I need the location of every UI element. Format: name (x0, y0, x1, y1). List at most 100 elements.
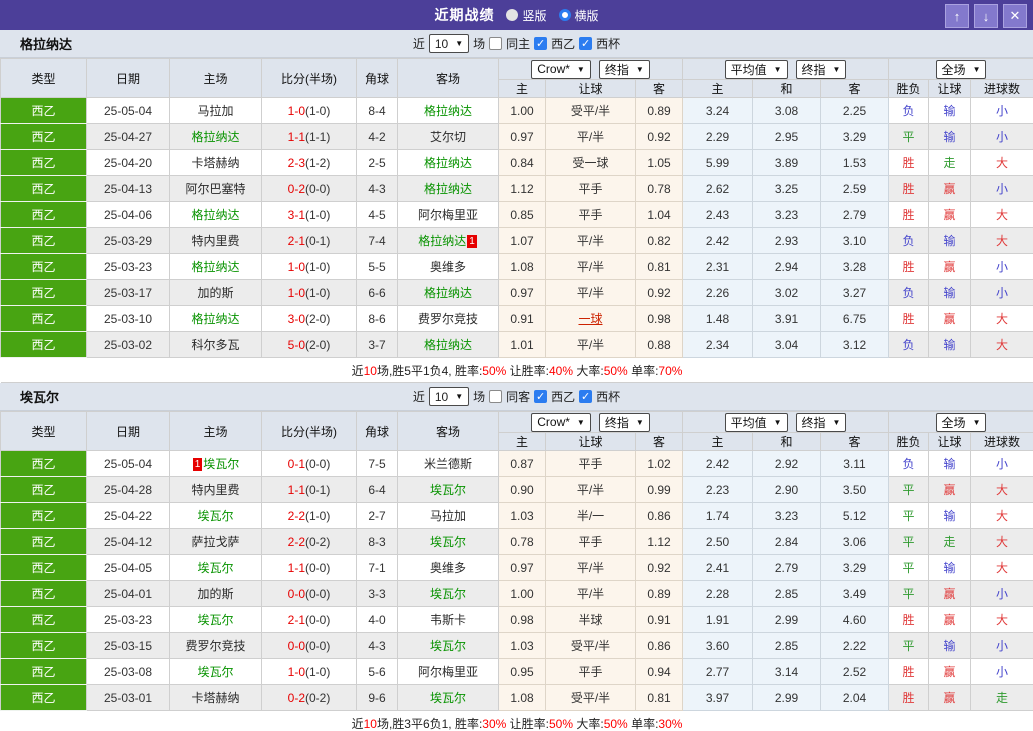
match-count-select[interactable]: 10 ▼ (428, 387, 470, 406)
radio-vertical-icon[interactable] (506, 9, 519, 21)
home-team-cell: 埃瓦尔 (169, 606, 262, 633)
sub-header-进球数: 进球数 (970, 79, 1033, 98)
outcome-cell: 平 (888, 476, 930, 503)
corner-cell: 5-6 (356, 658, 398, 685)
move-down-button[interactable]: ↓ (974, 4, 998, 28)
checkbox-西乙[interactable]: ✓ (534, 390, 548, 403)
handicap-text: 平手 (578, 208, 603, 222)
match-count-select[interactable]: 10 ▼ (428, 34, 470, 53)
league-cell: 西乙 (0, 580, 87, 607)
team-name-text: 埃瓦尔 (429, 483, 466, 497)
score-cell: 1-1(0-0) (261, 554, 357, 581)
header-select-平均值[interactable]: 平均值 ▼ (724, 412, 788, 432)
filter-controls: 近 10 ▼ 场同主 ✓ 西乙 ✓ 西杯 (413, 34, 620, 53)
fulltime-score: 1-0 (287, 664, 305, 679)
league-cell: 西乙 (0, 554, 87, 581)
checkbox-label-西乙[interactable]: 西乙 (551, 388, 575, 405)
checkbox-同主[interactable] (489, 37, 503, 50)
avg-draw-cell: 3.91 (752, 305, 821, 332)
outcome-cell: 平 (888, 123, 930, 150)
header-select-Crow*[interactable]: Crow* ▼ (531, 59, 591, 79)
avg-draw-cell: 3.25 (752, 175, 821, 202)
table-row: 西乙 25-04-05 埃瓦尔 1-1(0-0) 7-1 奥维多 0.97 平/半 0.92 2.… (0, 554, 1033, 581)
header-select-终指-value: 终指 (801, 415, 826, 430)
checkbox-label-西杯[interactable]: 西杯 (596, 35, 620, 52)
home-team-cell: 马拉加 (169, 97, 262, 124)
checkbox-label-同客[interactable]: 同客 (506, 388, 530, 405)
date-cell: 25-04-12 (86, 528, 170, 555)
summary-part: 让胜率: (506, 363, 549, 378)
header-select-Crow*[interactable]: Crow* ▼ (531, 412, 591, 432)
corner-cell: 4-5 (356, 201, 398, 228)
near-label: 近 (412, 37, 425, 51)
header-select-终指[interactable]: 终指 ▼ (795, 412, 847, 432)
avg-draw-cell: 2.99 (752, 606, 821, 633)
radio-horizontal-layout[interactable]: 横版 (558, 7, 599, 24)
avg-draw-cell: 3.04 (752, 331, 821, 358)
away-odds-cell: 0.99 (635, 476, 683, 503)
halftime-score: (0-0) (305, 586, 331, 601)
handicap-text: 平/半 (576, 338, 605, 352)
home-odds-cell: 0.97 (498, 554, 546, 581)
corner-cell: 8-6 (356, 305, 398, 332)
summary-part: 40% (549, 363, 574, 378)
team-name-text: 阿尔梅里亚 (417, 208, 478, 222)
radio-horizontal-icon[interactable] (558, 9, 571, 21)
header-select-终指[interactable]: 终指 ▼ (598, 412, 650, 432)
radio-vertical-label[interactable]: 竖版 (522, 7, 546, 24)
league-cell: 西乙 (0, 305, 87, 332)
summary-part: 大率: (573, 363, 604, 378)
date-cell: 25-03-17 (86, 279, 170, 306)
avg-away-cell: 6.75 (819, 305, 890, 332)
checkbox-西乙[interactable]: ✓ (534, 37, 548, 50)
league-cell: 西乙 (0, 476, 87, 503)
chevron-down-icon: ▼ (773, 64, 782, 74)
handicap-cell: 平手 (545, 201, 636, 228)
home-odds-cell: 1.12 (498, 175, 546, 202)
handicap-cell: 半球 (545, 606, 636, 633)
header-select-终指[interactable]: 终指 ▼ (598, 59, 650, 79)
team-name-text: 格拉纳达 (423, 104, 472, 118)
avg-away-cell: 3.10 (819, 227, 890, 254)
avg-home-cell: 3.60 (682, 632, 753, 659)
move-up-button[interactable]: ↑ (945, 4, 969, 28)
checkbox-西杯[interactable]: ✓ (579, 37, 593, 50)
column-header-类型: 类型 (0, 58, 87, 98)
goals-result-cell: 大 (970, 606, 1033, 633)
team-name-text: 卡塔赫纳 (191, 691, 240, 705)
goals-result-cell: 小 (970, 279, 1033, 306)
team-name-text: 加的斯 (197, 286, 234, 300)
avg-draw-cell: 2.94 (752, 253, 821, 280)
header-select-全场[interactable]: 全场 ▼ (935, 59, 987, 79)
header-select-Crow*-value: Crow* (537, 415, 570, 429)
halftime-score: (0-0) (305, 612, 331, 627)
header-select-平均值[interactable]: 平均值 ▼ (724, 59, 788, 79)
checkbox-label-同主[interactable]: 同主 (506, 35, 530, 52)
checkbox-label-西杯[interactable]: 西杯 (596, 388, 620, 405)
home-team-cell: 格拉纳达 (169, 201, 262, 228)
team-name-text: 格拉纳达 (191, 260, 240, 274)
date-cell: 25-05-04 (86, 97, 170, 124)
home-odds-cell: 0.87 (498, 450, 546, 477)
score-cell: 2-2(0-2) (261, 528, 357, 555)
summary-part: 单率: (627, 363, 659, 378)
checkbox-同客[interactable] (489, 390, 503, 403)
outcome-cell: 胜 (888, 606, 930, 633)
corner-cell: 7-1 (356, 554, 398, 581)
handicap-text: 平手 (578, 457, 603, 471)
handicap-cell: 受一球 (545, 149, 636, 176)
header-select-全场[interactable]: 全场 ▼ (935, 412, 987, 432)
halftime-score: (0-2) (305, 690, 331, 705)
radio-horizontal-label[interactable]: 横版 (575, 7, 599, 24)
radio-vertical-layout[interactable]: 竖版 (506, 7, 547, 24)
summary-part: 大率: (573, 716, 604, 731)
close-button[interactable]: ✕ (1003, 4, 1027, 28)
fulltime-score: 1-1 (287, 482, 305, 497)
table-row: 西乙 25-03-10 格拉纳达 3-0(2-0) 8-6 费罗尔竞技 0.91 一球 0.98… (0, 305, 1033, 332)
date-cell: 25-03-15 (86, 632, 170, 659)
avg-home-cell: 1.74 (682, 502, 753, 529)
league-cell: 西乙 (0, 123, 87, 150)
checkbox-西杯[interactable]: ✓ (579, 390, 593, 403)
checkbox-label-西乙[interactable]: 西乙 (551, 35, 575, 52)
header-select-终指[interactable]: 终指 ▼ (795, 59, 847, 79)
